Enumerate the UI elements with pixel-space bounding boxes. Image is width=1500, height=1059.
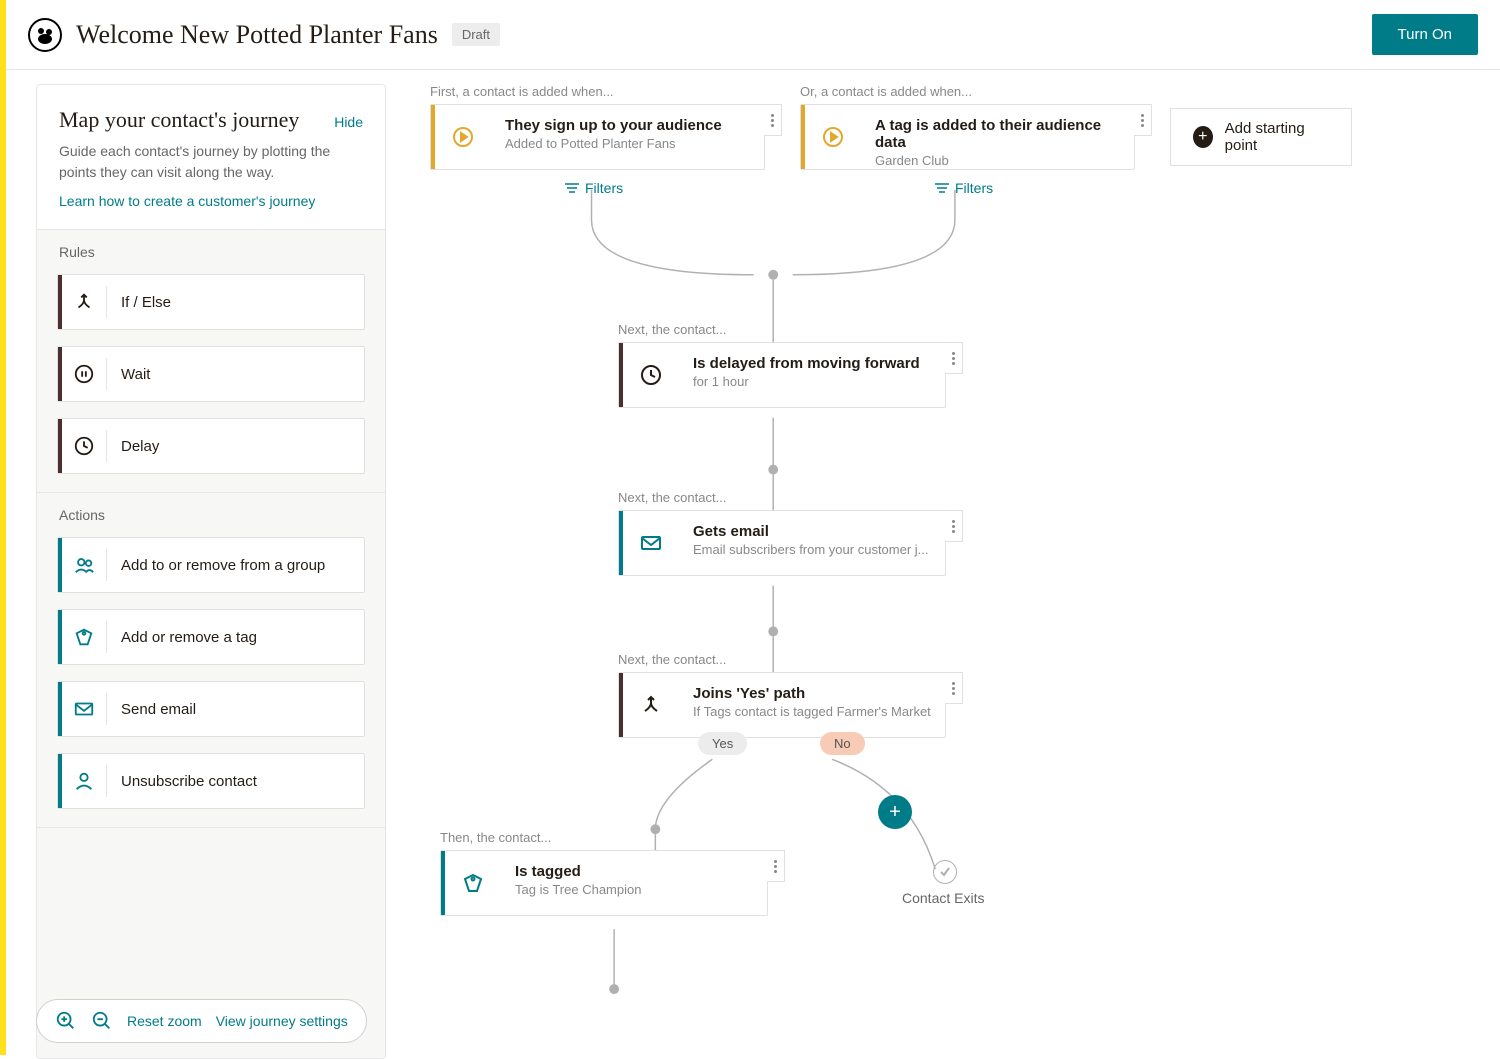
action-unsubscribe[interactable]: Unsubscribe contact (57, 753, 365, 809)
journey-settings-link[interactable]: View journey settings (216, 1013, 348, 1029)
rule-if-else[interactable]: If / Else (57, 274, 365, 330)
rule-label: If / Else (121, 294, 171, 311)
user-icon (62, 770, 106, 792)
card-menu-button[interactable] (764, 104, 782, 136)
hide-sidebar-link[interactable]: Hide (334, 114, 363, 130)
contact-exits-label: Contact Exits (902, 890, 984, 906)
journey-canvas[interactable]: First, a contact is added when... Or, a … (400, 70, 1500, 1059)
card-title: Is tagged (515, 863, 753, 880)
card-sub: Added to Potted Planter Fans (505, 136, 750, 151)
tag-icon (62, 626, 106, 648)
ifelse-yes-pill: Yes (698, 732, 747, 755)
mail-icon (623, 511, 679, 575)
trigger-card-tag[interactable]: A tag is added to their audience data Ga… (800, 104, 1135, 170)
card-menu-button[interactable] (1134, 104, 1152, 136)
filters-link[interactable]: Filters (935, 180, 993, 196)
rule-delay[interactable]: Delay (57, 418, 365, 474)
clock-icon (623, 343, 679, 407)
next-label: Next, the contact... (618, 490, 726, 505)
pause-circle-icon (62, 363, 106, 385)
add-step-button[interactable]: + (878, 795, 912, 829)
card-sub: for 1 hour (693, 374, 931, 389)
card-sub: Garden Club (875, 153, 1120, 168)
card-title: A tag is added to their audience data (875, 117, 1120, 151)
users-icon (62, 554, 106, 576)
mail-icon (62, 698, 106, 720)
ifelse-card[interactable]: Joins 'Yes' path If Tags contact is tagg… (618, 672, 946, 738)
action-tag[interactable]: Add or remove a tag (57, 609, 365, 665)
trigger-card-signup[interactable]: They sign up to your audience Added to P… (430, 104, 765, 170)
footer-toolbar: Reset zoom View journey settings (36, 999, 367, 1043)
delay-card[interactable]: Is delayed from moving forward for 1 hou… (618, 342, 946, 408)
action-label: Add or remove a tag (121, 629, 257, 646)
turn-on-button[interactable]: Turn On (1372, 14, 1478, 55)
actions-section-label: Actions (37, 493, 385, 537)
card-sub: If Tags contact is tagged Farmer's Marke… (693, 704, 931, 719)
rule-label: Delay (121, 438, 159, 455)
reset-zoom-link[interactable]: Reset zoom (127, 1013, 202, 1029)
start-label-first: First, a contact is added when... (430, 84, 614, 99)
then-label: Then, the contact... (440, 830, 551, 845)
zoom-in-button[interactable] (55, 1010, 77, 1032)
split-icon (623, 673, 679, 737)
card-sub: Email subscribers from your customer j..… (693, 542, 931, 557)
action-label: Send email (121, 701, 196, 718)
next-label: Next, the contact... (618, 322, 726, 337)
tag-icon (445, 851, 501, 915)
check-circle-icon (933, 860, 957, 884)
split-icon (62, 291, 106, 313)
card-menu-button[interactable] (945, 342, 963, 374)
page-title: Welcome New Potted Planter Fans (76, 20, 438, 50)
mailchimp-logo (28, 18, 62, 52)
next-label: Next, the contact... (618, 652, 726, 667)
zoom-out-button[interactable] (91, 1010, 113, 1032)
tag-card[interactable]: Is tagged Tag is Tree Champion (440, 850, 768, 916)
action-label: Unsubscribe contact (121, 773, 257, 790)
plus-circle-icon: + (1193, 126, 1213, 148)
card-title: Gets email (693, 523, 931, 540)
card-title: Joins 'Yes' path (693, 685, 931, 702)
email-card[interactable]: Gets email Email subscribers from your c… (618, 510, 946, 576)
card-menu-button[interactable] (767, 850, 785, 882)
play-circle-icon (435, 105, 491, 169)
rule-label: Wait (121, 366, 150, 383)
card-title: Is delayed from moving forward (693, 355, 931, 372)
sidebar-description: Guide each contact's journey by plotting… (59, 141, 363, 183)
status-badge: Draft (452, 23, 500, 46)
start-label-or: Or, a contact is added when... (800, 84, 972, 99)
add-starting-point-button[interactable]: + Add starting point (1170, 108, 1352, 166)
clock-icon (62, 435, 106, 457)
sidebar: Map your contact's journey Hide Guide ea… (36, 84, 386, 1059)
action-send-email[interactable]: Send email (57, 681, 365, 737)
card-sub: Tag is Tree Champion (515, 882, 753, 897)
filters-link[interactable]: Filters (565, 180, 623, 196)
ifelse-no-pill: No (820, 732, 865, 755)
learn-link[interactable]: Learn how to create a customer's journey (59, 193, 315, 209)
rules-section-label: Rules (37, 230, 385, 274)
sidebar-title: Map your contact's journey (59, 107, 334, 133)
card-menu-button[interactable] (945, 510, 963, 542)
add-start-label: Add starting point (1225, 120, 1329, 154)
card-menu-button[interactable] (945, 672, 963, 704)
rule-wait[interactable]: Wait (57, 346, 365, 402)
play-circle-icon (805, 105, 861, 169)
action-group[interactable]: Add to or remove from a group (57, 537, 365, 593)
action-label: Add to or remove from a group (121, 557, 325, 574)
app-header: Welcome New Potted Planter Fans Draft Tu… (6, 0, 1500, 70)
card-title: They sign up to your audience (505, 117, 750, 134)
